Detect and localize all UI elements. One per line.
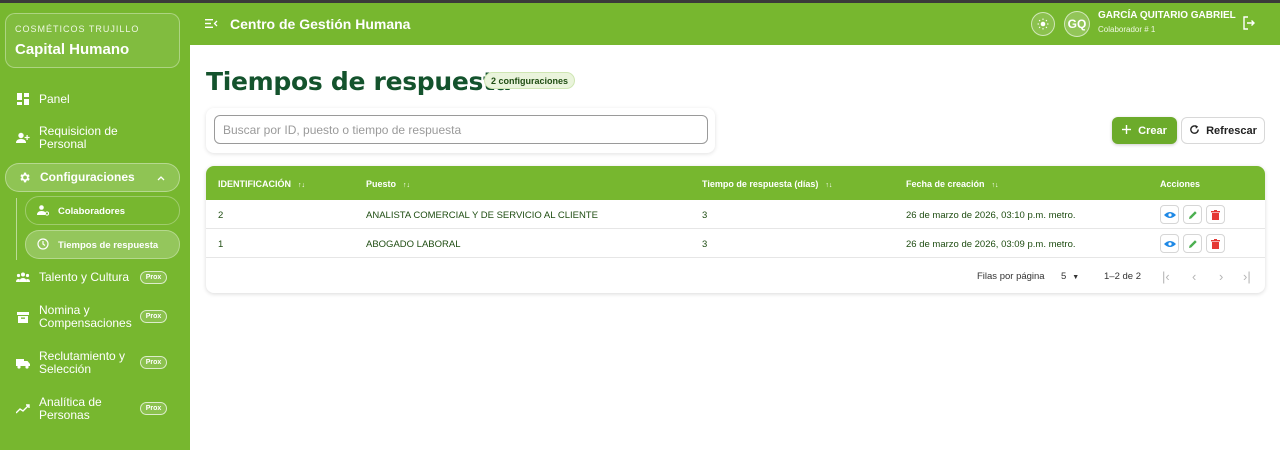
pencil-icon bbox=[1188, 210, 1197, 219]
cell-tiempo: 3 bbox=[702, 239, 708, 250]
create-label: Crear bbox=[1138, 124, 1167, 137]
person-add-icon bbox=[15, 130, 31, 146]
table-row[interactable]: 1 ABOGADO LABORAL 3 26 de marzo de 2026,… bbox=[206, 229, 1265, 258]
sort-icon: ↑↓ bbox=[825, 182, 833, 189]
last-page-icon[interactable]: ›| bbox=[1243, 269, 1251, 284]
sun-icon bbox=[1037, 18, 1049, 30]
sidebar-item-label: Talento y Cultura bbox=[39, 269, 130, 284]
sidebar-item-label: Analítica de Personas bbox=[39, 395, 102, 422]
count-badge: 2 configuraciones bbox=[484, 72, 576, 89]
sidebar-item-analitica[interactable]: Analítica de Personas Prox bbox=[5, 394, 180, 424]
avatar[interactable]: GQ bbox=[1064, 11, 1090, 37]
sidebar-item-requisicion[interactable]: Requisicion de Personal bbox=[5, 123, 180, 153]
gear-icon bbox=[16, 170, 32, 186]
theme-toggle-button[interactable] bbox=[1031, 12, 1055, 36]
delete-button[interactable] bbox=[1206, 234, 1225, 253]
view-button[interactable] bbox=[1160, 234, 1179, 253]
first-page-icon[interactable]: |‹ bbox=[1162, 269, 1170, 284]
company-name: COSMÉTICOS TRUJILLO bbox=[15, 24, 140, 34]
cell-id: 1 bbox=[218, 239, 224, 250]
menu-collapse-icon[interactable] bbox=[205, 16, 218, 34]
sort-icon: ↑↓ bbox=[991, 182, 999, 189]
refresh-label: Refrescar bbox=[1206, 124, 1257, 137]
chevron-up-icon bbox=[157, 173, 165, 183]
cell-puesto: ANALISTA COMERCIAL Y DE SERVICIO AL CLIE… bbox=[366, 210, 598, 221]
trash-icon bbox=[1211, 209, 1220, 220]
page-title: Tiempos de respuesta bbox=[206, 67, 512, 96]
sidebar-subitem-colaboradores[interactable]: Colaboradores bbox=[25, 196, 180, 225]
logout-icon[interactable] bbox=[1242, 16, 1256, 35]
user-role: Colaborador # 1 bbox=[1098, 25, 1156, 34]
view-button[interactable] bbox=[1160, 205, 1179, 224]
eye-icon bbox=[1163, 211, 1176, 218]
sidebar-item-label: Reclutamiento y Selección bbox=[39, 349, 126, 376]
next-page-icon[interactable]: › bbox=[1219, 269, 1223, 284]
sidebar-subitem-label: Tiempos de respuesta bbox=[58, 240, 159, 251]
search-card bbox=[206, 108, 715, 153]
archive-icon bbox=[15, 309, 31, 325]
column-header-id[interactable]: IDENTIFICACIÓN ↑↓ bbox=[218, 179, 305, 189]
column-header-fecha[interactable]: Fecha de creación ↑↓ bbox=[906, 179, 999, 189]
sidebar: COSMÉTICOS TRUJILLO Capital Humano Panel… bbox=[0, 3, 190, 450]
data-table: IDENTIFICACIÓN ↑↓ Puesto ↑↓ Tiempo de resp… bbox=[206, 166, 1265, 293]
table-row[interactable]: 2 ANALISTA COMERCIAL Y DE SERVICIO AL CL… bbox=[206, 200, 1265, 229]
coming-soon-badge: Prox bbox=[140, 271, 167, 284]
cell-id: 2 bbox=[218, 210, 224, 221]
sidebar-item-nomina[interactable]: Nomina y Compensaciones Prox bbox=[5, 302, 180, 332]
pagination-range: 1–2 de 2 bbox=[1104, 271, 1141, 282]
sidebar-item-panel[interactable]: Panel bbox=[5, 89, 180, 109]
edit-button[interactable] bbox=[1183, 205, 1202, 224]
coming-soon-badge: Prox bbox=[140, 356, 167, 369]
cell-fecha: 26 de marzo de 2026, 03:09 p.m. metro. bbox=[906, 239, 1076, 250]
sidebar-item-label: Configuraciones bbox=[40, 170, 135, 184]
plus-icon bbox=[1122, 124, 1132, 137]
coming-soon-badge: Prox bbox=[140, 310, 167, 323]
cell-tiempo: 3 bbox=[702, 210, 708, 221]
sidebar-item-label: Panel bbox=[39, 91, 70, 106]
trend-icon bbox=[15, 401, 31, 417]
column-header-puesto[interactable]: Puesto ↑↓ bbox=[366, 179, 410, 189]
sidebar-subitem-tiempos[interactable]: Tiempos de respuesta bbox=[25, 230, 180, 259]
people-icon bbox=[15, 269, 31, 285]
sidebar-subitem-label: Colaboradores bbox=[58, 206, 126, 217]
caret-down-icon: ▼ bbox=[1072, 274, 1080, 281]
brand-card[interactable]: COSMÉTICOS TRUJILLO Capital Humano bbox=[5, 13, 180, 68]
table-header: IDENTIFICACIÓN ↑↓ Puesto ↑↓ Tiempo de resp… bbox=[206, 166, 1265, 200]
sort-icon: ↑↓ bbox=[403, 182, 411, 189]
app-name: Capital Humano bbox=[15, 41, 130, 58]
prev-page-icon[interactable]: ‹ bbox=[1192, 269, 1196, 284]
person-gear-icon bbox=[37, 204, 50, 216]
column-header-acciones: Acciones bbox=[1160, 179, 1201, 189]
cell-fecha: 26 de marzo de 2026, 03:10 p.m. metro. bbox=[906, 210, 1076, 221]
refresh-icon bbox=[1189, 124, 1200, 138]
header-title: Centro de Gestión Humana bbox=[230, 16, 411, 32]
edit-button[interactable] bbox=[1183, 234, 1202, 253]
pencil-icon bbox=[1188, 239, 1197, 248]
user-name: GARCÍA QUITARIO GABRIEL bbox=[1098, 10, 1236, 21]
sidebar-item-talento[interactable]: Talento y Cultura Prox bbox=[5, 269, 180, 285]
column-header-tiempo[interactable]: Tiempo de respuesta (días) ↑↓ bbox=[702, 179, 832, 189]
cell-puesto: ABOGADO LABORAL bbox=[366, 239, 461, 250]
coming-soon-badge: Prox bbox=[140, 402, 167, 415]
sort-icon: ↑↓ bbox=[298, 182, 305, 189]
search-input[interactable] bbox=[214, 115, 708, 144]
refresh-button[interactable]: Refrescar bbox=[1181, 117, 1265, 144]
clock-icon bbox=[37, 238, 49, 250]
rows-per-page-label: Filas por página bbox=[977, 271, 1045, 282]
trash-icon bbox=[1211, 238, 1220, 249]
submenu-line bbox=[16, 198, 17, 260]
create-button[interactable]: Crear bbox=[1112, 117, 1177, 144]
truck-icon bbox=[15, 355, 31, 371]
sidebar-item-configuraciones[interactable]: Configuraciones bbox=[5, 163, 180, 192]
sidebar-item-reclutamiento[interactable]: Reclutamiento y Selección Prox bbox=[5, 348, 180, 378]
dashboard-icon bbox=[15, 91, 31, 107]
eye-icon bbox=[1163, 240, 1176, 247]
sidebar-item-label: Nomina y Compensaciones bbox=[39, 303, 132, 330]
table-pagination: Filas por página 5 ▼ 1–2 de 2 |‹ ‹ › ›| bbox=[206, 258, 1265, 293]
delete-button[interactable] bbox=[1206, 205, 1225, 224]
top-header: Centro de Gestión Humana GQ GARCÍA QUITA… bbox=[190, 3, 1280, 45]
sidebar-item-label: Requisicion de Personal bbox=[39, 124, 118, 151]
rows-per-page-select[interactable]: 5 ▼ bbox=[1061, 271, 1079, 282]
